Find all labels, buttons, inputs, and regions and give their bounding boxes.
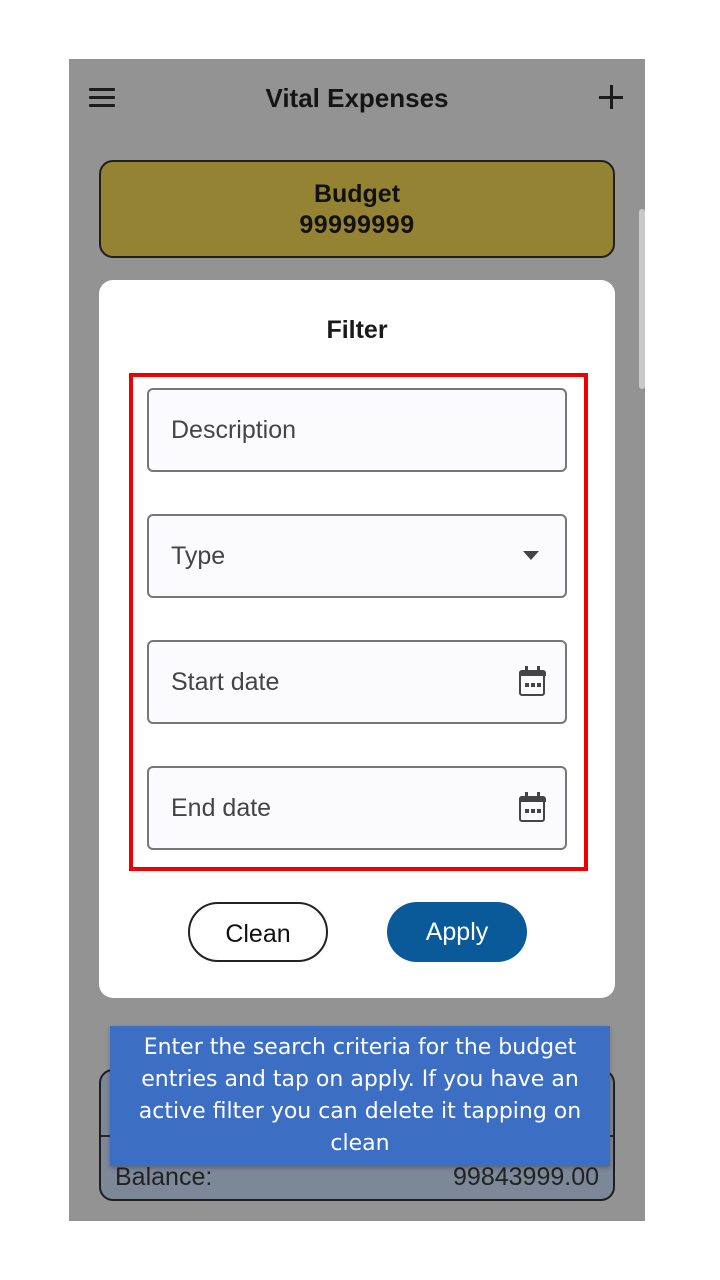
calendar-icon[interactable] <box>519 792 546 822</box>
description-input[interactable]: Description <box>147 388 567 472</box>
balance-value: 99843999.00 <box>453 1163 599 1191</box>
start-date-placeholder: Start date <box>171 668 280 696</box>
plus-icon[interactable] <box>599 85 623 109</box>
budget-label: Budget <box>313 180 401 208</box>
dialog-title: Filter <box>326 316 388 344</box>
apply-button[interactable]: Apply <box>387 902 527 962</box>
app-bar: Vital Expenses <box>69 59 645 137</box>
start-date-input[interactable]: Start date <box>147 640 567 724</box>
budget-card: Budget 99999999 <box>99 160 615 258</box>
calendar-icon[interactable] <box>519 666 546 696</box>
type-placeholder: Type <box>171 542 226 570</box>
description-placeholder: Description <box>171 416 297 444</box>
clean-button[interactable]: Clean <box>188 902 328 962</box>
balance-label: Balance: <box>115 1163 213 1191</box>
dropdown-arrow-icon <box>523 551 539 560</box>
budget-value: 99999999 <box>299 211 415 239</box>
end-date-placeholder: End date <box>171 794 272 822</box>
end-date-input[interactable]: End date <box>147 766 567 850</box>
filter-dialog: Filter Description Type Start date End d… <box>99 280 615 998</box>
app-title: Vital Expenses <box>265 83 449 113</box>
type-select[interactable]: Type <box>147 514 567 598</box>
scrollbar[interactable] <box>639 209 645 389</box>
tutorial-tooltip: Enter the search criteria for the budget… <box>110 1026 610 1166</box>
